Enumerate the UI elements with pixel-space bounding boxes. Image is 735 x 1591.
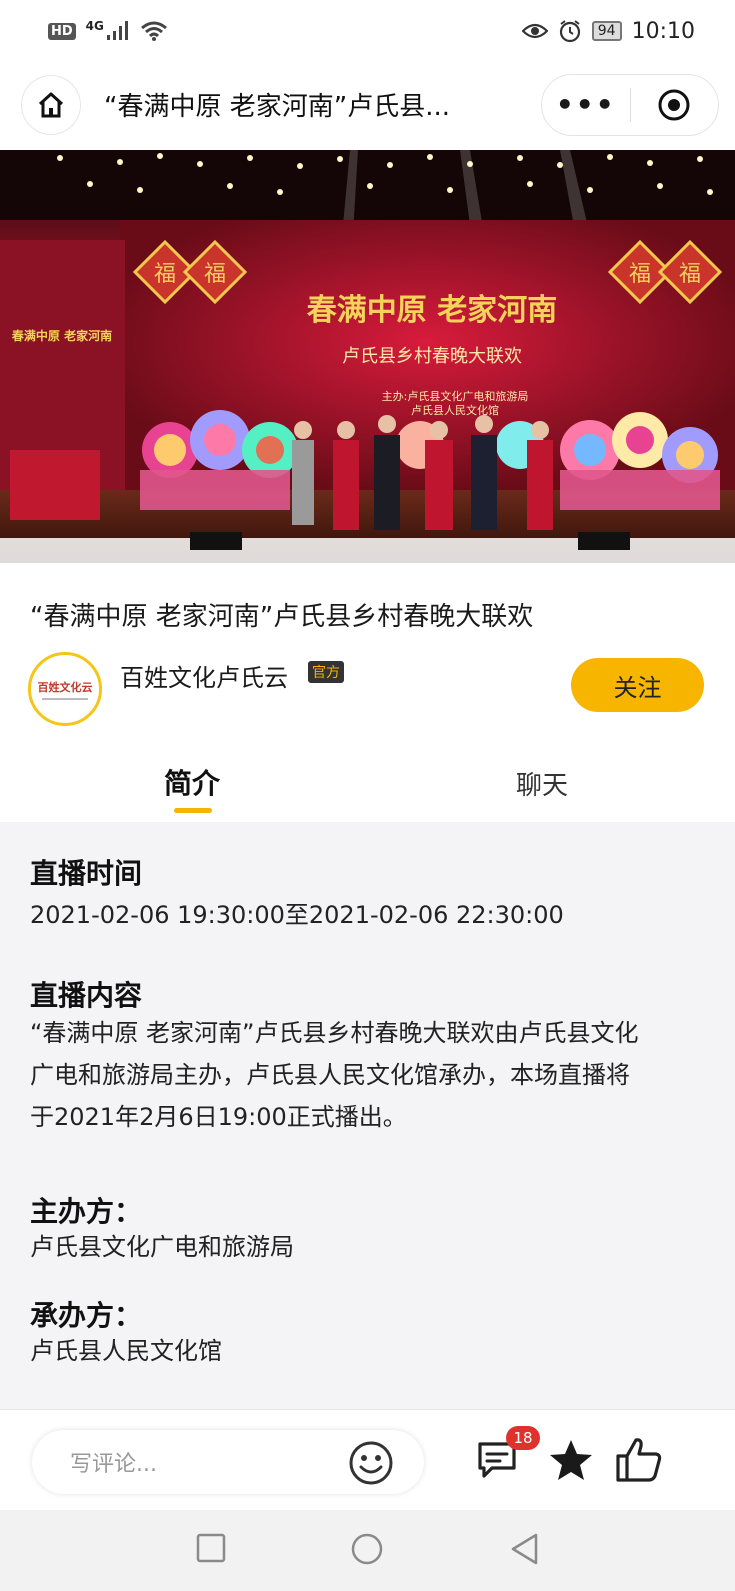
page-title: “春满中原 老家河南”卢氏县... <box>104 92 450 122</box>
svg-text:福: 福 <box>204 262 226 287</box>
svg-text:福: 福 <box>629 262 651 287</box>
comment-placeholder: 写评论... <box>70 1452 157 1477</box>
status-right: 94 10:10 <box>521 18 695 44</box>
live-content-line-3: 于2021年2月6日19:00正式播出。 <box>30 1103 407 1131</box>
signal-icon <box>106 21 128 40</box>
publisher-logo-text: 百姓文化云 <box>37 680 93 694</box>
more-button[interactable]: ••• <box>542 75 630 135</box>
organizer-value: 卢氏县人民文化馆 <box>30 1337 222 1365</box>
banner-host-text: 主办:卢氏县文化广电和旅游局 <box>382 389 529 403</box>
banner-main-text: 春满中原 老家河南 <box>307 293 557 328</box>
home-button[interactable] <box>22 76 80 134</box>
tab-bar: 简介 聊天 <box>0 752 735 822</box>
active-tab-indicator <box>174 808 212 813</box>
live-content-heading: 直播内容 <box>30 979 143 1012</box>
banner-organizer-text: 卢氏县人民文化馆 <box>411 403 499 417</box>
home-circle-icon[interactable] <box>350 1532 384 1566</box>
title-bar: “春满中原 老家河南”卢氏县... ••• <box>0 62 735 148</box>
side-banner-text: 春满中原 老家河南 <box>11 328 112 343</box>
hd-indicator: HD <box>48 22 76 40</box>
system-nav-bar <box>0 1510 735 1591</box>
home-icon <box>38 92 64 118</box>
intro-panel: 直播时间 2021-02-06 19:30:00至2021-02-06 22:3… <box>0 822 735 1410</box>
eye-icon <box>521 23 548 39</box>
official-badge: 官方 <box>308 661 344 683</box>
status-bar: HD 4G 94 10:10 <box>0 0 735 62</box>
emoji-icon[interactable] <box>348 1440 394 1486</box>
stage-scene: 福 福 福 福 春满中原 老家河南 卢氏县乡村春晚大联欢 主办:卢氏县文化广电和… <box>0 150 735 563</box>
logo-underline <box>42 697 88 700</box>
comment-bar: 写评论... 18 <box>0 1410 735 1510</box>
live-content-line-2: 广电和旅游局主办，卢氏县人民文化馆承办，本场直播将 <box>30 1061 630 1089</box>
wifi-icon <box>140 21 167 41</box>
follow-button[interactable]: 关注 <box>571 658 704 712</box>
close-target-icon <box>658 89 690 121</box>
tab-chat[interactable]: 聊天 <box>516 765 568 802</box>
status-left: HD 4G <box>48 19 168 42</box>
mini-program-capsule: ••• <box>541 74 719 136</box>
host-value: 卢氏县文化广电和旅游局 <box>30 1233 294 1261</box>
live-time-value: 2021-02-06 19:30:00至2021-02-06 22:30:00 <box>30 901 564 929</box>
publisher-name[interactable]: 百姓文化卢氏云 <box>120 658 288 693</box>
banner-sub-text: 卢氏县乡村春晚大联欢 <box>342 346 522 367</box>
close-button[interactable] <box>631 75 719 135</box>
thumbs-up-icon[interactable] <box>614 1436 664 1484</box>
more-dots-icon: ••• <box>555 88 616 121</box>
comment-count-badge: 18 <box>506 1426 540 1450</box>
live-content-line-1: “春满中原 老家河南”卢氏县乡村春晚大联欢由卢氏县文化 <box>30 1019 639 1047</box>
tab-intro[interactable]: 简介 <box>164 762 220 802</box>
program-title: “春满中原 老家河南”卢氏县乡村春晚大联欢 <box>30 602 534 632</box>
battery-indicator: 94 <box>591 21 622 41</box>
alarm-icon <box>559 20 580 43</box>
network-type: 4G <box>85 19 104 33</box>
svg-text:福: 福 <box>679 262 701 287</box>
organizer-heading: 承办方： <box>30 1299 143 1332</box>
back-triangle-icon[interactable] <box>508 1532 540 1566</box>
live-time-heading: 直播时间 <box>30 857 143 890</box>
host-heading: 主办方： <box>30 1195 143 1228</box>
star-icon[interactable] <box>548 1438 594 1482</box>
recents-square-icon[interactable] <box>195 1532 227 1564</box>
publisher-avatar[interactable]: 百姓文化云 <box>28 652 102 726</box>
svg-text:福: 福 <box>154 262 176 287</box>
clock: 10:10 <box>631 18 695 44</box>
video-player[interactable]: 福 福 福 福 春满中原 老家河南 卢氏县乡村春晚大联欢 主办:卢氏县文化广电和… <box>0 150 735 563</box>
